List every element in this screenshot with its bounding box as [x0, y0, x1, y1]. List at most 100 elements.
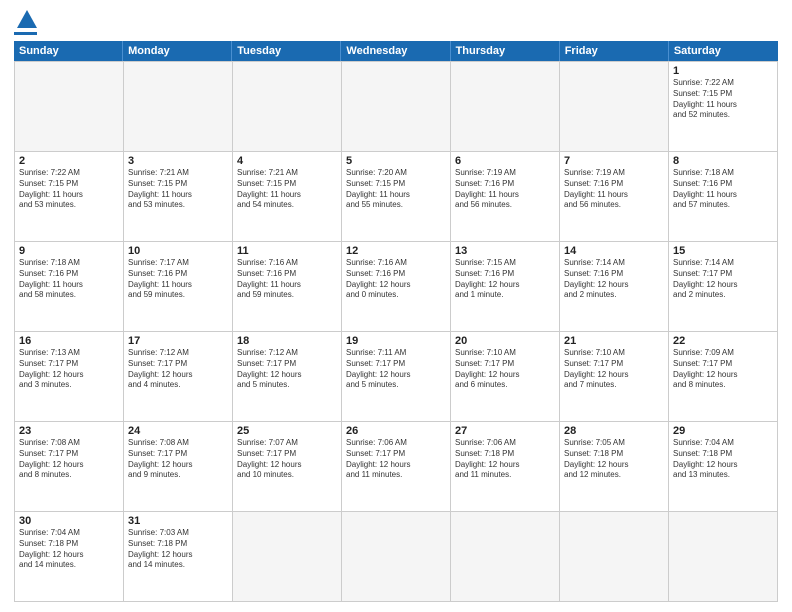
- weekday-header: Tuesday: [232, 41, 341, 61]
- day-info: Sunrise: 7:19 AM Sunset: 7:16 PM Dayligh…: [455, 168, 555, 211]
- calendar-row: 16Sunrise: 7:13 AM Sunset: 7:17 PM Dayli…: [15, 332, 778, 422]
- day-info: Sunrise: 7:09 AM Sunset: 7:17 PM Dayligh…: [673, 348, 773, 391]
- day-number: 3: [128, 155, 228, 167]
- day-number: 28: [564, 425, 664, 437]
- day-number: 24: [128, 425, 228, 437]
- day-number: 12: [346, 245, 446, 257]
- day-number: 22: [673, 335, 773, 347]
- calendar-header: SundayMondayTuesdayWednesdayThursdayFrid…: [14, 41, 778, 61]
- calendar: SundayMondayTuesdayWednesdayThursdayFrid…: [14, 41, 778, 602]
- day-info: Sunrise: 7:18 AM Sunset: 7:16 PM Dayligh…: [19, 258, 119, 301]
- day-info: Sunrise: 7:12 AM Sunset: 7:17 PM Dayligh…: [128, 348, 228, 391]
- day-number: 6: [455, 155, 555, 167]
- calendar-cell: 19Sunrise: 7:11 AM Sunset: 7:17 PM Dayli…: [342, 332, 451, 422]
- day-info: Sunrise: 7:17 AM Sunset: 7:16 PM Dayligh…: [128, 258, 228, 301]
- day-number: 13: [455, 245, 555, 257]
- day-number: 20: [455, 335, 555, 347]
- day-info: Sunrise: 7:20 AM Sunset: 7:15 PM Dayligh…: [346, 168, 446, 211]
- day-info: Sunrise: 7:08 AM Sunset: 7:17 PM Dayligh…: [128, 438, 228, 481]
- day-info: Sunrise: 7:16 AM Sunset: 7:16 PM Dayligh…: [237, 258, 337, 301]
- calendar-cell: 8Sunrise: 7:18 AM Sunset: 7:16 PM Daylig…: [669, 152, 778, 242]
- calendar-cell: [669, 512, 778, 602]
- calendar-cell: 10Sunrise: 7:17 AM Sunset: 7:16 PM Dayli…: [124, 242, 233, 332]
- day-info: Sunrise: 7:13 AM Sunset: 7:17 PM Dayligh…: [19, 348, 119, 391]
- calendar-cell: 27Sunrise: 7:06 AM Sunset: 7:18 PM Dayli…: [451, 422, 560, 512]
- day-number: 19: [346, 335, 446, 347]
- day-number: 7: [564, 155, 664, 167]
- day-info: Sunrise: 7:10 AM Sunset: 7:17 PM Dayligh…: [564, 348, 664, 391]
- day-number: 31: [128, 515, 228, 527]
- calendar-cell: 21Sunrise: 7:10 AM Sunset: 7:17 PM Dayli…: [560, 332, 669, 422]
- day-info: Sunrise: 7:22 AM Sunset: 7:15 PM Dayligh…: [673, 78, 773, 121]
- day-info: Sunrise: 7:21 AM Sunset: 7:15 PM Dayligh…: [128, 168, 228, 211]
- logo: [14, 10, 37, 35]
- weekday-header: Monday: [123, 41, 232, 61]
- day-info: Sunrise: 7:03 AM Sunset: 7:18 PM Dayligh…: [128, 528, 228, 571]
- calendar-cell: 16Sunrise: 7:13 AM Sunset: 7:17 PM Dayli…: [15, 332, 124, 422]
- calendar-cell: [342, 512, 451, 602]
- day-info: Sunrise: 7:16 AM Sunset: 7:16 PM Dayligh…: [346, 258, 446, 301]
- day-info: Sunrise: 7:14 AM Sunset: 7:17 PM Dayligh…: [673, 258, 773, 301]
- calendar-cell: 12Sunrise: 7:16 AM Sunset: 7:16 PM Dayli…: [342, 242, 451, 332]
- day-info: Sunrise: 7:07 AM Sunset: 7:17 PM Dayligh…: [237, 438, 337, 481]
- calendar-cell: 20Sunrise: 7:10 AM Sunset: 7:17 PM Dayli…: [451, 332, 560, 422]
- day-number: 15: [673, 245, 773, 257]
- day-info: Sunrise: 7:06 AM Sunset: 7:17 PM Dayligh…: [346, 438, 446, 481]
- day-info: Sunrise: 7:10 AM Sunset: 7:17 PM Dayligh…: [455, 348, 555, 391]
- day-info: Sunrise: 7:11 AM Sunset: 7:17 PM Dayligh…: [346, 348, 446, 391]
- page-header: [14, 10, 778, 35]
- calendar-cell: 24Sunrise: 7:08 AM Sunset: 7:17 PM Dayli…: [124, 422, 233, 512]
- day-info: Sunrise: 7:06 AM Sunset: 7:18 PM Dayligh…: [455, 438, 555, 481]
- calendar-row: 2Sunrise: 7:22 AM Sunset: 7:15 PM Daylig…: [15, 152, 778, 242]
- calendar-cell: 6Sunrise: 7:19 AM Sunset: 7:16 PM Daylig…: [451, 152, 560, 242]
- calendar-cell: [342, 62, 451, 152]
- calendar-cell: 17Sunrise: 7:12 AM Sunset: 7:17 PM Dayli…: [124, 332, 233, 422]
- day-info: Sunrise: 7:04 AM Sunset: 7:18 PM Dayligh…: [673, 438, 773, 481]
- day-info: Sunrise: 7:21 AM Sunset: 7:15 PM Dayligh…: [237, 168, 337, 211]
- calendar-cell: [124, 62, 233, 152]
- calendar-cell: [560, 62, 669, 152]
- calendar-cell: 4Sunrise: 7:21 AM Sunset: 7:15 PM Daylig…: [233, 152, 342, 242]
- day-info: Sunrise: 7:14 AM Sunset: 7:16 PM Dayligh…: [564, 258, 664, 301]
- calendar-cell: 7Sunrise: 7:19 AM Sunset: 7:16 PM Daylig…: [560, 152, 669, 242]
- day-info: Sunrise: 7:04 AM Sunset: 7:18 PM Dayligh…: [19, 528, 119, 571]
- calendar-row: 9Sunrise: 7:18 AM Sunset: 7:16 PM Daylig…: [15, 242, 778, 332]
- calendar-cell: 14Sunrise: 7:14 AM Sunset: 7:16 PM Dayli…: [560, 242, 669, 332]
- day-info: Sunrise: 7:22 AM Sunset: 7:15 PM Dayligh…: [19, 168, 119, 211]
- calendar-cell: 1Sunrise: 7:22 AM Sunset: 7:15 PM Daylig…: [669, 62, 778, 152]
- calendar-cell: [233, 62, 342, 152]
- day-number: 11: [237, 245, 337, 257]
- day-info: Sunrise: 7:05 AM Sunset: 7:18 PM Dayligh…: [564, 438, 664, 481]
- day-number: 26: [346, 425, 446, 437]
- calendar-cell: 2Sunrise: 7:22 AM Sunset: 7:15 PM Daylig…: [15, 152, 124, 242]
- calendar-row: 23 Sunrise: 7:08 AM Sunset: 7:17 PM Dayli…: [15, 422, 778, 512]
- day-number: 27: [455, 425, 555, 437]
- calendar-cell: 26Sunrise: 7:06 AM Sunset: 7:17 PM Dayli…: [342, 422, 451, 512]
- day-number: 14: [564, 245, 664, 257]
- day-number: 25: [237, 425, 337, 437]
- calendar-cell: [233, 512, 342, 602]
- day-info: Sunrise: 7:15 AM Sunset: 7:16 PM Dayligh…: [455, 258, 555, 301]
- day-number: 9: [19, 245, 119, 257]
- calendar-cell: 5Sunrise: 7:20 AM Sunset: 7:15 PM Daylig…: [342, 152, 451, 242]
- calendar-cell: 18Sunrise: 7:12 AM Sunset: 7:17 PM Dayli…: [233, 332, 342, 422]
- calendar-cell: [15, 62, 124, 152]
- logo-triangle-icon: [17, 10, 37, 28]
- day-number: 5: [346, 155, 446, 167]
- weekday-header: Sunday: [14, 41, 123, 61]
- day-info: Sunrise: 7:19 AM Sunset: 7:16 PM Dayligh…: [564, 168, 664, 211]
- logo-underline: [14, 32, 37, 35]
- calendar-cell: 29Sunrise: 7:04 AM Sunset: 7:18 PM Dayli…: [669, 422, 778, 512]
- day-info: Sunrise: 7:12 AM Sunset: 7:17 PM Dayligh…: [237, 348, 337, 391]
- calendar-cell: 31Sunrise: 7:03 AM Sunset: 7:18 PM Dayli…: [124, 512, 233, 602]
- weekday-header: Saturday: [669, 41, 778, 61]
- day-number: 1: [673, 65, 773, 77]
- calendar-row: 30Sunrise: 7:04 AM Sunset: 7:18 PM Dayli…: [15, 512, 778, 602]
- calendar-cell: 25Sunrise: 7:07 AM Sunset: 7:17 PM Dayli…: [233, 422, 342, 512]
- day-number: 29: [673, 425, 773, 437]
- calendar-cell: 13Sunrise: 7:15 AM Sunset: 7:16 PM Dayli…: [451, 242, 560, 332]
- day-number: 10: [128, 245, 228, 257]
- calendar-cell: [560, 512, 669, 602]
- calendar-cell: [451, 62, 560, 152]
- day-number: 23: [19, 425, 119, 437]
